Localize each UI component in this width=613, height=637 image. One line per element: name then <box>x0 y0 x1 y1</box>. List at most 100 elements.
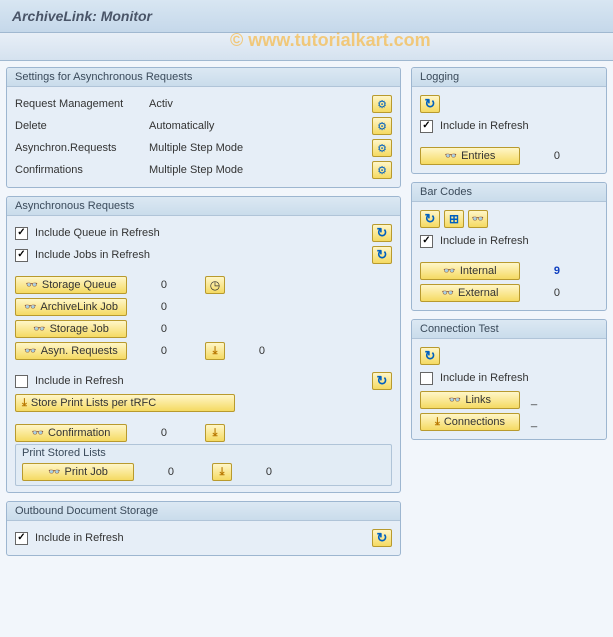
label: Request Management <box>15 98 145 110</box>
refresh-icon[interactable] <box>372 372 392 390</box>
settings-row-delete: Delete Automatically <box>15 115 392 137</box>
tree-icon <box>449 212 459 226</box>
asyn-requests-button[interactable]: Asyn. Requests <box>15 342 127 360</box>
settings-icon-button[interactable] <box>372 139 392 157</box>
settings-icon <box>377 120 387 133</box>
chk-include-jobs[interactable] <box>15 249 28 262</box>
conntest-panel-body: Include in Refresh Links _ Connections _ <box>412 339 606 439</box>
conntest-panel-title: Connection Test <box>412 320 606 339</box>
chk-include-refresh-label: Include in Refresh <box>35 375 124 387</box>
print-stored-title: Print Stored Lists <box>22 447 385 459</box>
window-header: ArchiveLink: Monitor <box>0 0 613 33</box>
archivelink-job-button[interactable]: ArchiveLink Job <box>15 298 127 316</box>
conntest-refresh-row <box>420 345 598 367</box>
logging-chk-include[interactable] <box>420 120 433 133</box>
tree-button[interactable] <box>444 210 464 228</box>
value: Activ <box>149 98 279 110</box>
refresh-icon[interactable] <box>372 246 392 264</box>
settings-icon-button[interactable] <box>372 161 392 179</box>
outbound-panel: Outbound Document Storage Include in Ref… <box>6 501 401 556</box>
logging-chk-row: Include in Refresh <box>420 115 598 137</box>
storage-queue-button[interactable]: Storage Queue <box>15 276 127 294</box>
barcodes-external-row: External 0 <box>420 282 598 304</box>
print-job-row: Print Job 0 0 <box>22 461 385 483</box>
store-print-lists-button[interactable]: Store Print Lists per tRFC <box>15 394 235 412</box>
logging-chk-label: Include in Refresh <box>440 120 529 132</box>
logging-entries-row: Entries 0 <box>420 145 598 167</box>
settings-icon <box>377 142 387 155</box>
async-panel-title: Asynchronous Requests <box>7 197 400 216</box>
barcodes-panel: Bar Codes Include in Refresh Internal 9 <box>411 182 607 311</box>
storage-job-count: 0 <box>131 323 167 335</box>
conntest-panel: Connection Test Include in Refresh Links… <box>411 319 607 440</box>
settings-row-request-mgmt: Request Management Activ <box>15 93 392 115</box>
logging-panel: Logging Include in Refresh Entries 0 <box>411 67 607 174</box>
glasses-icon <box>32 427 44 439</box>
chk-include-refresh-row: Include in Refresh <box>15 370 392 392</box>
storage-job-button[interactable]: Storage Job <box>15 320 127 338</box>
storage-job-row: Storage Job 0 <box>15 318 392 340</box>
outbound-chk-include[interactable] <box>15 532 28 545</box>
barcodes-chk-include[interactable] <box>420 235 433 248</box>
async-panel-body: Include Queue in Refresh Include Jobs in… <box>7 216 400 492</box>
conntest-chk-row: Include in Refresh <box>420 367 598 389</box>
settings-icon-button[interactable] <box>372 95 392 113</box>
settings-panel: Settings for Asynchronous Requests Reque… <box>6 67 401 188</box>
value: Multiple Step Mode <box>149 142 279 154</box>
conntest-links-row: Links _ <box>420 389 598 411</box>
connections-button[interactable]: Connections <box>420 413 520 431</box>
links-button[interactable]: Links <box>420 391 520 409</box>
glasses-icon <box>445 150 457 162</box>
refresh-icon[interactable] <box>372 529 392 547</box>
outbound-panel-title: Outbound Document Storage <box>7 502 400 521</box>
page-title: ArchiveLink: Monitor <box>12 8 601 24</box>
content-area: Settings for Asynchronous Requests Reque… <box>0 61 613 637</box>
down-button[interactable] <box>212 463 232 481</box>
refresh-icon[interactable] <box>420 210 440 228</box>
down-button[interactable] <box>205 424 225 442</box>
chk-include-queue-label: Include Queue in Refresh <box>35 227 160 239</box>
chk-include-jobs-row: Include Jobs in Refresh <box>15 244 392 266</box>
confirmation-button[interactable]: Confirmation <box>15 424 127 442</box>
external-button[interactable]: External <box>420 284 520 302</box>
left-column: Settings for Asynchronous Requests Reque… <box>6 67 401 631</box>
clock-button[interactable] <box>205 276 225 294</box>
value: Multiple Step Mode <box>149 164 279 176</box>
conntest-chk-label: Include in Refresh <box>440 372 529 384</box>
conntest-connections-row: Connections _ <box>420 411 598 433</box>
settings-icon-button[interactable] <box>372 117 392 135</box>
settings-icon <box>377 98 387 111</box>
store-print-row: Store Print Lists per tRFC <box>15 392 392 414</box>
glasses-icon <box>24 301 36 313</box>
refresh-icon[interactable] <box>420 347 440 365</box>
chk-include-refresh[interactable] <box>15 375 28 388</box>
confirmation-row: Confirmation 0 <box>15 422 392 444</box>
glasses-icon <box>443 265 455 277</box>
print-job-count2: 0 <box>236 466 272 478</box>
asyn-requests-count2: 0 <box>229 345 265 357</box>
settings-panel-title: Settings for Asynchronous Requests <box>7 68 400 87</box>
outbound-chk-label: Include in Refresh <box>35 532 124 544</box>
refresh-icon[interactable] <box>372 224 392 242</box>
glasses-icon <box>33 323 45 335</box>
archivelink-job-count: 0 <box>131 301 167 313</box>
print-job-button[interactable]: Print Job <box>22 463 134 481</box>
conntest-chk-include[interactable] <box>420 372 433 385</box>
links-value: _ <box>524 394 544 406</box>
connections-value: _ <box>524 416 544 428</box>
down-button[interactable] <box>205 342 225 360</box>
internal-button[interactable]: Internal <box>420 262 520 280</box>
storage-queue-count: 0 <box>131 279 167 291</box>
glasses-icon <box>25 279 37 291</box>
glasses-button[interactable] <box>468 210 488 228</box>
value: Automatically <box>149 120 279 132</box>
barcodes-internal-row: Internal 9 <box>420 260 598 282</box>
entries-button[interactable]: Entries <box>420 147 520 165</box>
right-column: Logging Include in Refresh Entries 0 Bar… <box>411 67 607 631</box>
chk-include-queue[interactable] <box>15 227 28 240</box>
barcodes-panel-title: Bar Codes <box>412 183 606 202</box>
refresh-icon[interactable] <box>420 95 440 113</box>
clock-icon <box>210 278 220 292</box>
label: Delete <box>15 120 145 132</box>
logging-panel-title: Logging <box>412 68 606 87</box>
